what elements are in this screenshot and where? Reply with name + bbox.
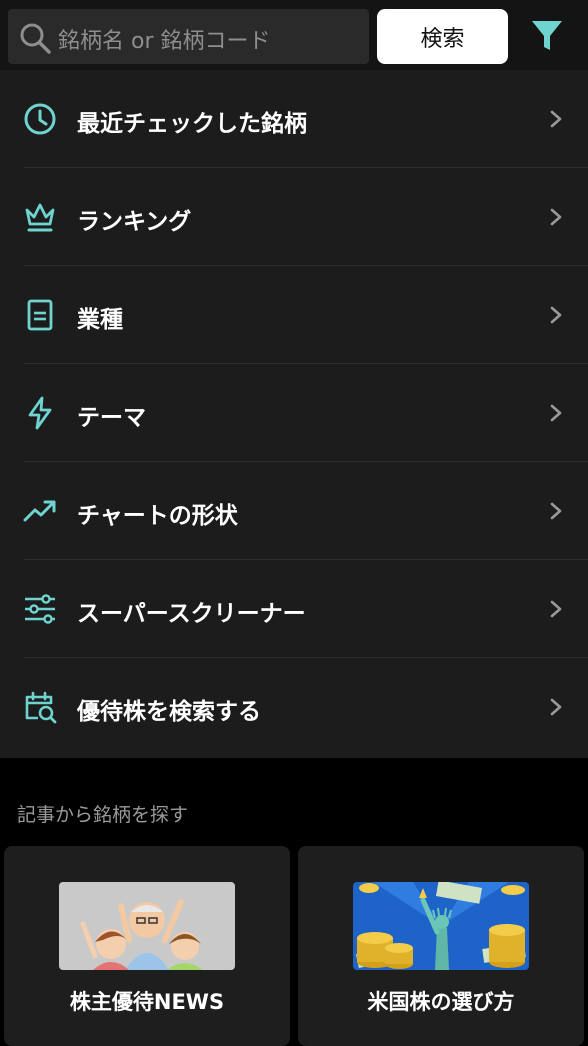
menu-list: 最近チェックした銘柄 ランキング 業種 テーマ チャートの形状 スーパースクリー… xyxy=(0,70,588,758)
menu-item-recent[interactable]: 最近チェックした銘柄 xyxy=(0,70,588,168)
sliders-icon xyxy=(25,594,55,624)
card-title: 株主優待NEWS xyxy=(69,990,225,1014)
menu-item-chart-shape[interactable]: チャートの形状 xyxy=(0,462,588,560)
menu-item-industry[interactable]: 業種 xyxy=(0,266,588,364)
crown-icon xyxy=(25,203,55,232)
search-input[interactable]: 銘柄名 or 銘柄コード xyxy=(8,9,369,64)
menu-item-label: 業種 xyxy=(77,307,123,333)
search-icon xyxy=(20,23,51,54)
section-title: 記事から銘柄を探す xyxy=(17,804,189,826)
filter-icon[interactable] xyxy=(529,17,565,53)
card-title: 米国株の選び方 xyxy=(367,990,515,1014)
chevron-right-icon xyxy=(550,698,562,716)
menu-item-label: スーパースクリーナー xyxy=(77,601,306,627)
menu-item-ranking[interactable]: ランキング xyxy=(0,168,588,266)
calendar-search-icon xyxy=(25,691,57,724)
top-bar: 銘柄名 or 銘柄コード 検索 xyxy=(0,0,588,70)
chevron-right-icon xyxy=(550,110,562,128)
menu-item-label: ランキング xyxy=(77,209,192,235)
menu-item-label: チャートの形状 xyxy=(77,503,238,529)
menu-item-theme[interactable]: テーマ xyxy=(0,364,588,462)
chevron-right-icon xyxy=(550,404,562,422)
chevron-right-icon xyxy=(550,502,562,520)
search-button[interactable]: 検索 xyxy=(377,9,508,64)
search-placeholder: 銘柄名 or 銘柄コード xyxy=(58,29,271,54)
menu-item-label: テーマ xyxy=(77,405,146,431)
lightning-icon xyxy=(28,396,52,430)
clock-icon xyxy=(24,103,56,135)
trending-up-icon xyxy=(23,500,56,522)
chevron-right-icon xyxy=(550,208,562,226)
family-illustration xyxy=(59,882,235,970)
menu-item-label: 最近チェックした銘柄 xyxy=(77,111,307,137)
chevron-right-icon xyxy=(550,306,562,324)
statue-of-liberty-coins-illustration xyxy=(353,882,529,970)
document-icon xyxy=(27,299,53,331)
menu-item-yutai-search[interactable]: 優待株を検索する xyxy=(0,658,588,756)
article-card-us-stocks[interactable]: 米国株の選び方 xyxy=(298,846,584,1046)
menu-item-super-screener[interactable]: スーパースクリーナー xyxy=(0,560,588,658)
article-card-yutai-news[interactable]: 株主優待NEWS xyxy=(4,846,290,1046)
menu-item-label: 優待株を検索する xyxy=(77,699,261,725)
chevron-right-icon xyxy=(550,600,562,618)
